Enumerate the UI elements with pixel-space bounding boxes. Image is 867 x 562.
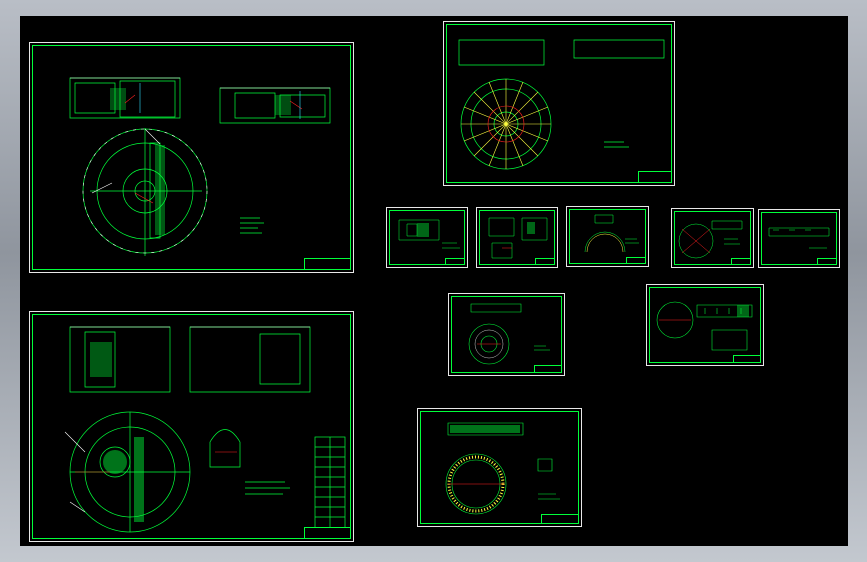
title-block	[626, 257, 646, 264]
sheet-part-small-1[interactable]	[386, 207, 468, 268]
sheet-part-small-4[interactable]	[671, 208, 754, 268]
sheet-assembly-main[interactable]	[29, 42, 354, 273]
drawing-canvas[interactable]	[20, 16, 848, 546]
title-block	[445, 258, 465, 265]
sheet-part-ring[interactable]	[417, 408, 582, 527]
sheet-part-medium-2[interactable]	[646, 284, 764, 366]
title-block	[304, 258, 351, 270]
sheet-part-small-5[interactable]	[758, 209, 840, 268]
sheet-graphics	[656, 301, 753, 351]
title-block	[638, 171, 672, 183]
sheet-part-small-2[interactable]	[476, 207, 558, 268]
title-block	[733, 355, 761, 363]
title-block	[731, 258, 751, 265]
sheet-graphics	[64, 326, 346, 533]
title-block	[304, 527, 351, 539]
sheet-part-small-3[interactable]	[566, 206, 649, 267]
sheet-assembly-secondary[interactable]	[29, 311, 354, 542]
title-block	[541, 514, 579, 524]
sheet-part-medium-1[interactable]	[448, 293, 565, 376]
sheet-part-disc-radial[interactable]	[443, 21, 675, 186]
sheet-graphics	[468, 303, 550, 365]
title-block	[535, 258, 555, 265]
title-block	[817, 258, 837, 265]
sheet-graphics	[458, 39, 665, 170]
sheet-graphics	[445, 422, 560, 515]
title-block	[534, 365, 562, 373]
viewer-frame	[0, 0, 867, 562]
sheet-graphics	[69, 77, 331, 256]
